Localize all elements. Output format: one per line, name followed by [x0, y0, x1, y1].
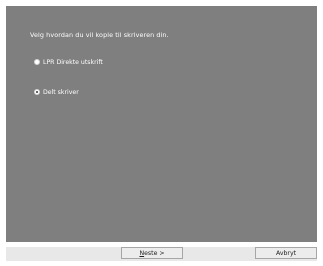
option-lpr-direct-print[interactable]: LPR Direkte utskrift — [34, 57, 103, 67]
setup-wizard-window: Velg hvordan du vil kople til skriveren … — [0, 0, 323, 266]
instruction-text: Velg hvordan du vil kople til skriveren … — [30, 31, 169, 39]
next-button[interactable]: Neste > — [121, 247, 183, 259]
radio-button-unchecked-icon[interactable] — [34, 59, 40, 65]
content-panel: Velg hvordan du vil kople til skriveren … — [6, 6, 317, 242]
radio-button-checked-icon[interactable] — [34, 89, 40, 95]
option-label: Delt skriver — [43, 88, 79, 96]
next-button-label: Neste > — [139, 249, 165, 257]
cancel-button[interactable]: Avbryt — [255, 247, 317, 259]
option-label: LPR Direkte utskrift — [43, 58, 103, 66]
option-shared-printer[interactable]: Delt skriver — [34, 87, 79, 97]
